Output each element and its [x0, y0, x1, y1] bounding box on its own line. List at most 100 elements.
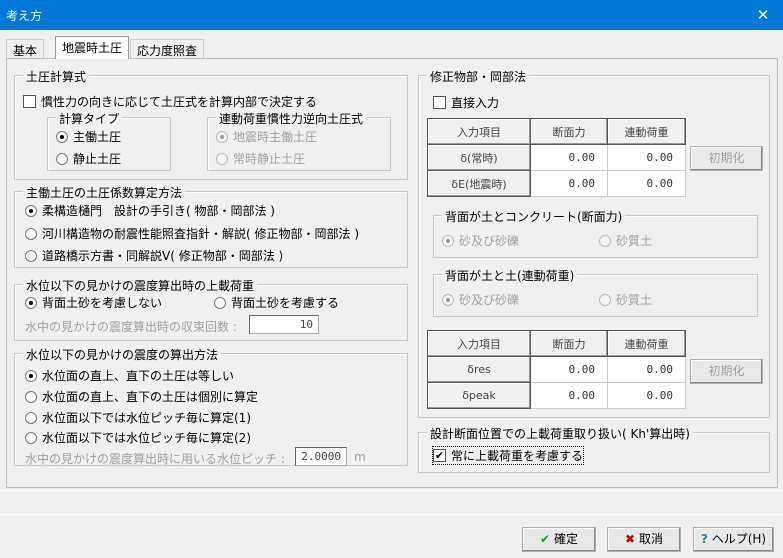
- table-row: δpeak 0.00 0.00: [427, 382, 686, 409]
- radio-label: 水位面の直上、直下の土圧は個別に算定: [42, 390, 259, 404]
- direct-input-checkbox[interactable]: 直接入力: [433, 94, 499, 111]
- table-cell[interactable]: 0.00: [607, 170, 686, 197]
- title-bar: 考え方 ✕: [0, 0, 783, 30]
- close-button[interactable]: ✕: [743, 0, 783, 30]
- checkmark-icon[interactable]: ✔: [433, 449, 446, 462]
- radio-seismic-method-2[interactable]: 水位面の直上、直下の土圧は個別に算定: [25, 388, 258, 405]
- radio-concrete-sandy-soil[interactable]: 砂質土: [599, 232, 652, 249]
- pitch-label: 水中の見かけの震度算出時に用いる水位ピッチ :: [25, 452, 285, 466]
- table-cell[interactable]: 0.00: [607, 382, 686, 409]
- design-surcharge-group: 設計断面位置での上載荷重取り扱い( Kh'算出時) ✔ 常に上載荷重を考慮する: [418, 425, 770, 473]
- iteration-label: 水中の見かけの震度算出時の収束回数 :: [25, 320, 237, 334]
- radio-label: 主働土圧: [73, 130, 122, 144]
- radio-seismic-method-4[interactable]: 水位面以下では水位ピッチ毎に算定(2): [25, 429, 251, 446]
- column-header: 連動荷重: [607, 118, 686, 145]
- radio-label: 柔構造樋門 設計の手引き( 物部・岡部法 ): [42, 204, 275, 218]
- radio-label: 背面土砂を考慮しない: [42, 296, 163, 310]
- group-title: 水位以下の見かけの震度の算出方法: [23, 346, 222, 363]
- table-row: δres 0.00 0.00: [427, 356, 686, 383]
- group-title: 設計断面位置での上載荷重取り扱い( Kh'算出時): [427, 425, 693, 442]
- radio-consider-backfill[interactable]: 背面土砂を考慮する: [214, 294, 339, 311]
- button-label: 取消: [638, 532, 663, 546]
- iteration-input[interactable]: 10: [249, 315, 319, 334]
- initialize-button-1[interactable]: 初期化: [690, 146, 763, 171]
- radio-coef-method-1[interactable]: 柔構造樋門 設計の手引き( 物部・岡部法 ): [25, 202, 275, 219]
- calc-type-group: 計算タイプ 主働土圧 静止土圧: [47, 110, 171, 171]
- x-icon: ✖: [625, 532, 636, 546]
- group-title: 背面が土とコンクリート(断面力): [442, 208, 626, 225]
- row-header: δpeak: [427, 382, 531, 409]
- radio-label: 道路橋示方書・同解説Ⅴ( 修正物部・岡部法 ): [42, 249, 284, 263]
- radio-label: 砂及び砂礫: [459, 234, 520, 248]
- seismic-method-group: 水位以下の見かけの震度の算出方法 水位面の直上、直下の土圧は等しい 水位面の直上…: [14, 346, 408, 466]
- ok-button[interactable]: ✔ 確定: [522, 527, 596, 552]
- group-title: 水位以下の見かけの震度算出時の上載荷重: [23, 277, 258, 294]
- surcharge-group: 水位以下の見かけの震度算出時の上載荷重 背面土砂を考慮しない 背面土砂を考慮する…: [14, 277, 408, 341]
- table-cell[interactable]: 0.00: [530, 170, 608, 197]
- radio-seismic-method-1[interactable]: 水位面の直上、直下の土圧は等しい: [25, 367, 234, 384]
- checkbox-label: 慣性力の向きに応じて土圧式を計算内部で決定する: [41, 95, 318, 109]
- checkbox-label: 常に上載荷重を考慮する: [451, 449, 584, 463]
- earth-formula-group: 土圧計算式 慣性力の向きに応じて土圧式を計算内部で決定する 計算タイプ 主働土圧…: [14, 68, 408, 180]
- soil-backfill-group: 背面が土と土(連動荷重) 砂及び砂礫 砂質土: [433, 267, 758, 317]
- radio-seismic-method-3[interactable]: 水位面以下では水位ピッチ毎に算定(1): [25, 409, 251, 426]
- divider: [0, 490, 783, 491]
- delta-table: 入力項目 断面力 連動荷重 δ(常時) 0.00 0.00 δE(地震時) 0.00 0.0…: [427, 118, 686, 197]
- radio-active-pressure[interactable]: 主働土圧: [56, 128, 121, 145]
- group-title: 背面が土と土(連動荷重): [442, 267, 578, 284]
- radio-label: 水位面の直上、直下の土圧は等しい: [42, 369, 235, 383]
- group-title: 計算タイプ: [56, 110, 123, 127]
- concrete-backfill-group: 背面が土とコンクリート(断面力) 砂及び砂礫 砂質土: [433, 208, 758, 258]
- pitch-unit: m: [354, 450, 366, 464]
- table-cell[interactable]: 0.00: [607, 144, 686, 171]
- column-header: 入力項目: [427, 118, 531, 145]
- radio-label: 背面土砂を考慮する: [231, 296, 340, 310]
- radio-seismic-active[interactable]: 地震時主働土圧: [216, 128, 317, 145]
- inertia-direction-checkbox[interactable]: 慣性力の向きに応じて土圧式を計算内部で決定する: [23, 93, 317, 110]
- radio-soil-sandy-soil[interactable]: 砂質土: [599, 291, 652, 308]
- tab-stress-check[interactable]: 応力度照査: [130, 39, 205, 59]
- radio-concrete-sand-gravel[interactable]: 砂及び砂礫: [442, 232, 519, 249]
- checkbox-label: 直接入力: [451, 96, 500, 110]
- row-header: δres: [427, 356, 531, 383]
- radio-label: 水位面以下では水位ピッチ毎に算定(1): [42, 411, 251, 425]
- radio-normal-at-rest[interactable]: 常時静止土圧: [216, 150, 305, 167]
- question-icon: ?: [700, 532, 708, 546]
- radio-label: 砂質土: [616, 234, 653, 248]
- help-button[interactable]: ? ヘルプ(H): [693, 527, 774, 552]
- table-cell[interactable]: 0.00: [607, 356, 686, 383]
- table-cell[interactable]: 0.00: [530, 356, 608, 383]
- always-consider-surcharge-checkbox[interactable]: ✔ 常に上載荷重を考慮する: [431, 446, 585, 465]
- radio-label: 水位面以下では水位ピッチ毎に算定(2): [42, 431, 251, 445]
- column-header: 連動荷重: [607, 330, 686, 357]
- radio-coef-method-3[interactable]: 道路橋示方書・同解説Ⅴ( 修正物部・岡部法 ): [25, 247, 283, 264]
- column-header: 断面力: [530, 118, 608, 145]
- coef-method-group: 主働土圧の土圧係数算定方法 柔構造樋門 設計の手引き( 物部・岡部法 ) 河川構…: [14, 184, 408, 268]
- radio-label: 砂質土: [616, 293, 653, 307]
- group-title: 主働土圧の土圧係数算定方法: [23, 184, 186, 201]
- checkbox-box[interactable]: [23, 95, 36, 108]
- column-header: 断面力: [530, 330, 608, 357]
- window-title: 考え方: [6, 9, 43, 23]
- initialize-button-2[interactable]: 初期化: [690, 359, 763, 384]
- table-cell[interactable]: 0.00: [530, 144, 608, 171]
- tab-basic[interactable]: 基本: [6, 39, 45, 59]
- radio-soil-sand-gravel[interactable]: 砂及び砂礫: [442, 291, 519, 308]
- group-title: 土圧計算式: [23, 68, 90, 85]
- modified-method-group: 修正物部・岡部法 直接入力 入力項目 断面力 連動荷重 δ(常時) 0.00 0.00 …: [418, 68, 770, 418]
- table-cell[interactable]: 0.00: [530, 382, 608, 409]
- radio-ignore-backfill[interactable]: 背面土砂を考慮しない: [25, 294, 162, 311]
- table-row: δ(常時) 0.00 0.00: [427, 144, 686, 171]
- radio-at-rest-pressure[interactable]: 静止土圧: [56, 150, 121, 167]
- cancel-button[interactable]: ✖ 取消: [607, 527, 681, 552]
- checkbox-box[interactable]: [433, 96, 446, 109]
- radio-label: 河川構造物の耐震性能照査指針・解説( 修正物部・岡部法 ): [42, 227, 359, 241]
- tab-seismic-earth-pressure[interactable]: 地震時土圧: [55, 36, 130, 59]
- pitch-input[interactable]: 2.0000: [295, 447, 347, 466]
- radio-label: 常時静止土圧: [233, 152, 306, 166]
- group-title: 修正物部・岡部法: [427, 68, 530, 85]
- delta-res-peak-table: 入力項目 断面力 連動荷重 δres 0.00 0.00 δpeak 0.00 0.00: [427, 330, 686, 409]
- group-title: 連動荷重慣性力逆向土圧式: [216, 110, 367, 127]
- row-header: δE(地震時): [427, 170, 531, 197]
- radio-coef-method-2[interactable]: 河川構造物の耐震性能照査指針・解説( 修正物部・岡部法 ): [25, 225, 359, 242]
